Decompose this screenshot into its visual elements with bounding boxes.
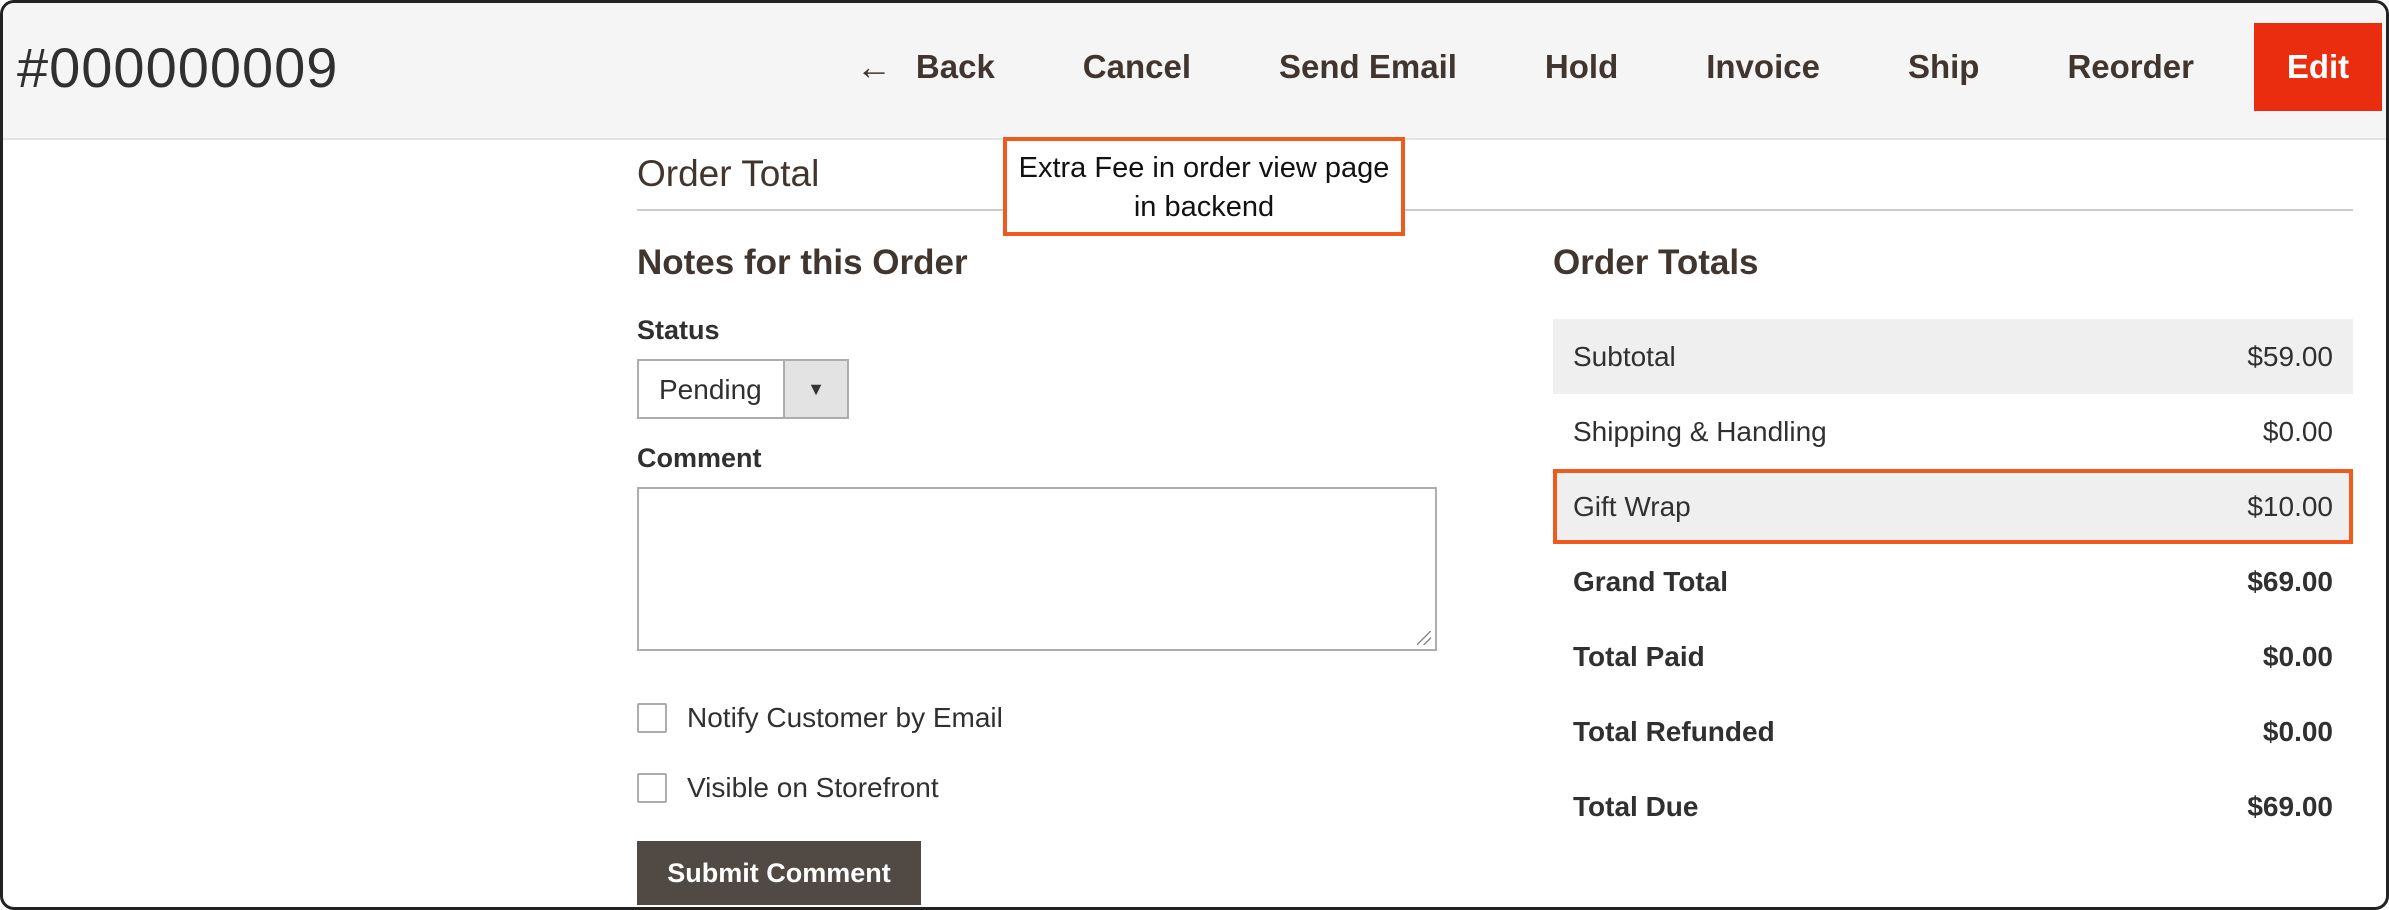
- page-header: #000000009 ← Back Cancel Send Email Hold…: [3, 3, 2386, 140]
- totals-row-value: $10.00: [2247, 490, 2333, 522]
- notify-customer-row[interactable]: Notify Customer by Email: [637, 702, 1003, 734]
- arrow-left-icon: ←: [855, 46, 892, 87]
- totals-row-value: $59.00: [2247, 340, 2333, 372]
- cancel-button[interactable]: Cancel: [1039, 23, 1235, 111]
- totals-row-label: Grand Total: [1573, 565, 1729, 597]
- hold-button[interactable]: Hold: [1501, 23, 1662, 111]
- notes-title: Notes for this Order: [637, 243, 968, 282]
- comment-label: Comment: [637, 443, 762, 473]
- visible-storefront-label[interactable]: Visible on Storefront: [687, 772, 939, 804]
- status-select[interactable]: Pending ▼: [637, 359, 849, 419]
- send-email-button[interactable]: Send Email: [1235, 23, 1501, 111]
- order-view-window: #000000009 ← Back Cancel Send Email Hold…: [0, 0, 2389, 910]
- comment-textarea[interactable]: [637, 487, 1437, 651]
- totals-row-total-paid: Total Paid $0.00: [1553, 619, 2353, 694]
- totals-row-label: Subtotal: [1573, 340, 1676, 372]
- totals-row-label: Shipping & Handling: [1573, 415, 1827, 447]
- order-id-title: #000000009: [17, 36, 339, 99]
- notify-customer-label[interactable]: Notify Customer by Email: [687, 702, 1003, 734]
- totals-row-label: Total Due: [1573, 790, 1699, 822]
- section-divider: [637, 209, 2353, 211]
- totals-row-value: $0.00: [2262, 415, 2333, 447]
- submit-comment-button[interactable]: Submit Comment: [637, 841, 921, 905]
- totals-row-label: Gift Wrap: [1573, 490, 1691, 522]
- callout-line-1: Extra Fee in order view page: [1018, 152, 1390, 184]
- totals-title: Order Totals: [1553, 243, 1759, 282]
- totals-table: Subtotal $59.00 Shipping & Handling $0.0…: [1553, 319, 2353, 844]
- totals-row-value: $0.00: [2262, 640, 2333, 672]
- totals-row-value: $69.00: [2247, 565, 2333, 597]
- reorder-button[interactable]: Reorder: [2023, 23, 2238, 111]
- totals-row-gift-wrap: Gift Wrap $10.00: [1553, 469, 2353, 544]
- totals-row-grand-total: Grand Total $69.00: [1553, 544, 2353, 619]
- totals-row-total-refunded: Total Refunded $0.00: [1553, 694, 2353, 769]
- visible-storefront-row[interactable]: Visible on Storefront: [637, 772, 939, 804]
- totals-row-label: Total Refunded: [1573, 715, 1775, 747]
- status-select-value: Pending: [659, 374, 762, 405]
- back-label: Back: [915, 48, 995, 85]
- section-title: Order Total: [637, 153, 820, 194]
- totals-row-value: $69.00: [2247, 790, 2333, 822]
- totals-row-subtotal: Subtotal $59.00: [1553, 319, 2353, 394]
- totals-row-label: Total Paid: [1573, 640, 1705, 672]
- dropdown-arrow-icon[interactable]: ▼: [783, 361, 847, 417]
- edit-button[interactable]: Edit: [2254, 23, 2382, 111]
- totals-row-shipping: Shipping & Handling $0.00: [1553, 394, 2353, 469]
- ship-button[interactable]: Ship: [1864, 23, 2024, 111]
- action-toolbar: ← Back Cancel Send Email Hold Invoice Sh…: [812, 23, 2386, 111]
- visible-storefront-checkbox[interactable]: [637, 773, 667, 803]
- totals-row-total-due: Total Due $69.00: [1553, 769, 2353, 844]
- totals-row-value: $0.00: [2262, 715, 2333, 747]
- invoice-button[interactable]: Invoice: [1662, 23, 1864, 111]
- notify-customer-checkbox[interactable]: [637, 703, 667, 733]
- back-button[interactable]: ← Back: [812, 23, 1039, 111]
- annotation-callout: Extra Fee in order view page in backend: [1003, 137, 1405, 236]
- callout-line-2: in backend: [1133, 191, 1275, 223]
- status-label: Status: [637, 315, 720, 345]
- resize-grip-icon[interactable]: [1417, 631, 1431, 645]
- order-notes-panel: Notes for this Order Status Pending ▼ Co…: [637, 243, 1437, 905]
